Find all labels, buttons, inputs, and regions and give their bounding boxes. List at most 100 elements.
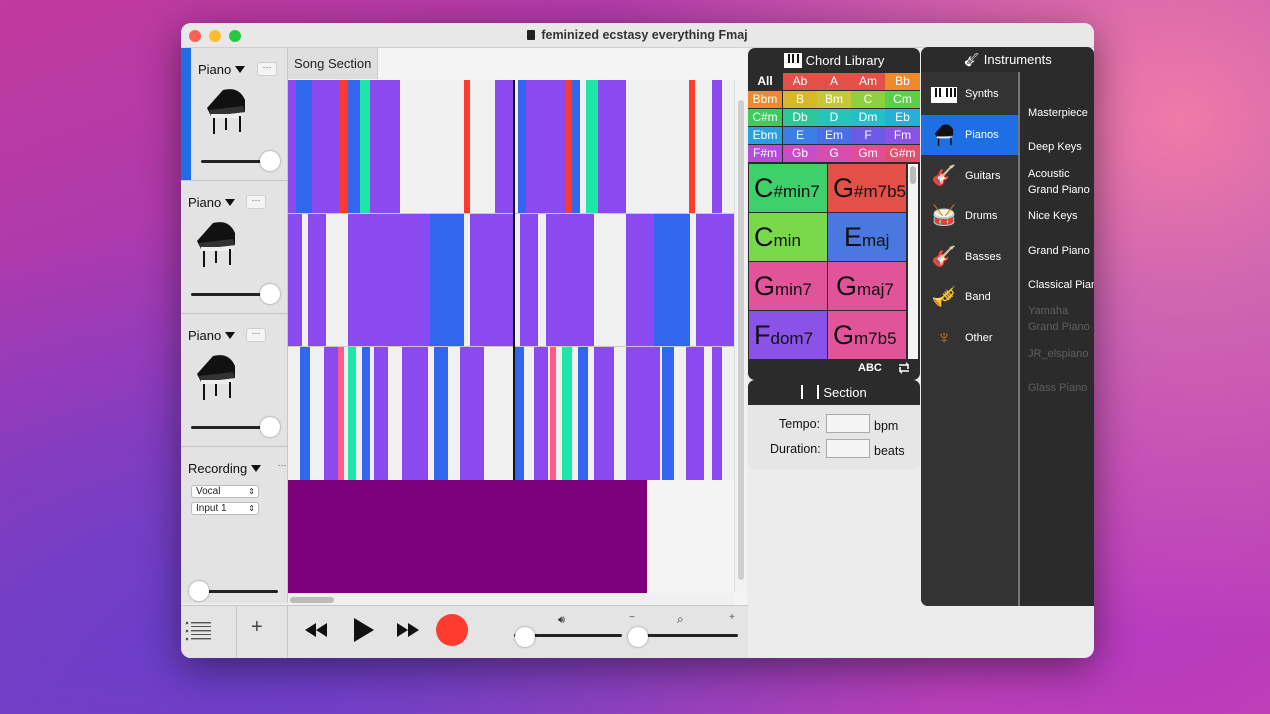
chord-block[interactable] — [348, 214, 400, 346]
chord-block[interactable] — [495, 80, 513, 213]
close-window-button[interactable] — [189, 30, 201, 42]
chord-filter-chip[interactable]: Em — [817, 127, 851, 144]
track-lanes[interactable] — [288, 80, 734, 480]
track-instrument-menu[interactable]: Piano — [198, 62, 246, 77]
instrument-category-pianos[interactable]: Pianos — [921, 115, 1018, 155]
chord-block[interactable] — [626, 214, 654, 346]
chord-filter-chip[interactable]: Db — [783, 109, 817, 126]
chord-block[interactable] — [312, 80, 340, 213]
chord-filter-chip[interactable]: F — [851, 127, 885, 144]
master-volume-knob[interactable] — [515, 627, 535, 647]
chord-filter-chip[interactable]: G#m — [885, 145, 920, 162]
chord-filter-chip[interactable]: Ab — [783, 73, 817, 90]
chord-block[interactable] — [518, 80, 526, 213]
chord-block[interactable] — [578, 347, 588, 480]
recording-track-menu[interactable]: Recording — [188, 461, 262, 476]
recording-region[interactable] — [288, 480, 647, 593]
chord-block[interactable] — [288, 80, 296, 213]
instrument-category-drums[interactable]: 🥁 Drums — [921, 196, 1018, 236]
loop-icon[interactable] — [895, 359, 913, 377]
chord-block[interactable] — [696, 214, 734, 346]
preset-item[interactable]: Deep Keys — [1028, 139, 1094, 155]
recording-track-header[interactable]: Recording ··· Vocal ⇕ Input 1 ⇕ — [181, 447, 288, 603]
chord-block[interactable] — [434, 347, 448, 480]
chord-cell[interactable]: Fdom7 — [749, 311, 827, 359]
recording-type-select[interactable]: Vocal ⇕ — [191, 485, 259, 498]
chord-block[interactable] — [514, 347, 524, 480]
chord-block[interactable] — [338, 347, 344, 480]
chord-block[interactable] — [400, 214, 430, 346]
chord-block[interactable] — [520, 214, 538, 346]
chord-filter-chip[interactable]: C#m — [748, 109, 782, 126]
chord-block[interactable] — [402, 347, 428, 480]
chord-block[interactable] — [598, 80, 626, 213]
chord-filter-chip[interactable]: Ebm — [748, 127, 782, 144]
chord-scrollbar[interactable] — [908, 164, 918, 359]
chord-block[interactable] — [662, 347, 674, 480]
chord-filter-chip[interactable]: Fm — [885, 127, 920, 144]
chord-block[interactable] — [360, 80, 370, 213]
zoom-slider[interactable] — [635, 634, 738, 637]
chord-filter-chip[interactable]: C — [851, 91, 885, 108]
chord-filter-chip[interactable]: G — [817, 145, 851, 162]
chord-block[interactable] — [689, 80, 695, 213]
chord-block[interactable] — [340, 80, 348, 213]
instrument-category-guitars[interactable]: 🎸 Guitars — [921, 156, 1018, 196]
chord-filter-chip[interactable]: Dm — [851, 109, 885, 126]
recording-input-select[interactable]: Input 1 ⇕ — [191, 502, 259, 515]
scrollbar-thumb[interactable] — [290, 597, 334, 603]
track-more-button[interactable]: ··· — [257, 62, 277, 76]
chord-block[interactable] — [712, 80, 722, 213]
chord-block[interactable] — [562, 347, 572, 480]
chord-block[interactable] — [550, 347, 556, 480]
zoom-window-button[interactable] — [229, 30, 241, 42]
chord-block[interactable] — [308, 214, 326, 346]
recording-volume-knob[interactable] — [189, 581, 209, 601]
list-icon[interactable] — [185, 620, 213, 642]
chord-block[interactable] — [586, 80, 598, 213]
tempo-field[interactable] — [826, 414, 870, 433]
horizontal-scrollbar[interactable] — [288, 593, 734, 605]
chord-cell[interactable]: Gmaj7 — [828, 262, 906, 310]
chord-block[interactable] — [288, 214, 302, 346]
chord-block[interactable] — [370, 80, 400, 213]
chord-filter-chip[interactable]: B — [783, 91, 817, 108]
record-button[interactable] — [436, 614, 468, 646]
minimize-window-button[interactable] — [209, 30, 221, 42]
play-icon[interactable] — [353, 618, 375, 642]
track-header-1[interactable]: Piano ··· — [181, 48, 288, 181]
chord-filter-chip[interactable]: A — [817, 73, 851, 90]
abc-toggle[interactable]: ABC — [858, 362, 882, 374]
chord-filter-chip[interactable]: Am — [851, 73, 885, 90]
chord-block[interactable] — [300, 347, 310, 480]
chord-filter-chip[interactable]: Gb — [783, 145, 817, 162]
chord-block[interactable] — [470, 214, 514, 346]
track-more-button[interactable]: ··· — [276, 461, 288, 475]
track-instrument-menu[interactable]: Piano — [188, 328, 236, 343]
chord-cell[interactable]: G#m7b5 — [828, 164, 906, 212]
track-more-button[interactable]: ··· — [246, 195, 266, 209]
chord-block[interactable] — [430, 214, 464, 346]
scrollbar-thumb[interactable] — [738, 100, 744, 580]
track-volume-knob[interactable] — [260, 417, 280, 437]
chord-filter-chip[interactable]: F#m — [748, 145, 782, 162]
chord-cell[interactable]: Cmin — [749, 213, 827, 261]
zoom-knob[interactable] — [628, 627, 648, 647]
chord-block[interactable] — [460, 347, 484, 480]
preset-item[interactable]: Grand Piano — [1028, 243, 1094, 259]
chord-block[interactable] — [324, 347, 338, 480]
chord-filter-chip[interactable]: Eb — [885, 109, 920, 126]
chord-block[interactable] — [572, 80, 580, 213]
add-track-button[interactable]: + — [251, 616, 263, 639]
chord-filter-chip[interactable]: Gm — [851, 145, 885, 162]
instrument-category-synths[interactable]: Synths — [921, 74, 1018, 114]
chord-filter-chip[interactable]: E — [783, 127, 817, 144]
chord-filter-chip[interactable]: Bm — [817, 91, 851, 108]
track-volume-knob[interactable] — [260, 151, 280, 171]
chord-filter-chip[interactable]: Bbm — [748, 91, 782, 108]
chord-block[interactable] — [654, 214, 690, 346]
chord-block[interactable] — [712, 347, 722, 480]
chord-block[interactable] — [348, 80, 360, 213]
chord-block[interactable] — [538, 80, 566, 213]
chord-filter-chip[interactable]: Bb — [885, 73, 920, 90]
